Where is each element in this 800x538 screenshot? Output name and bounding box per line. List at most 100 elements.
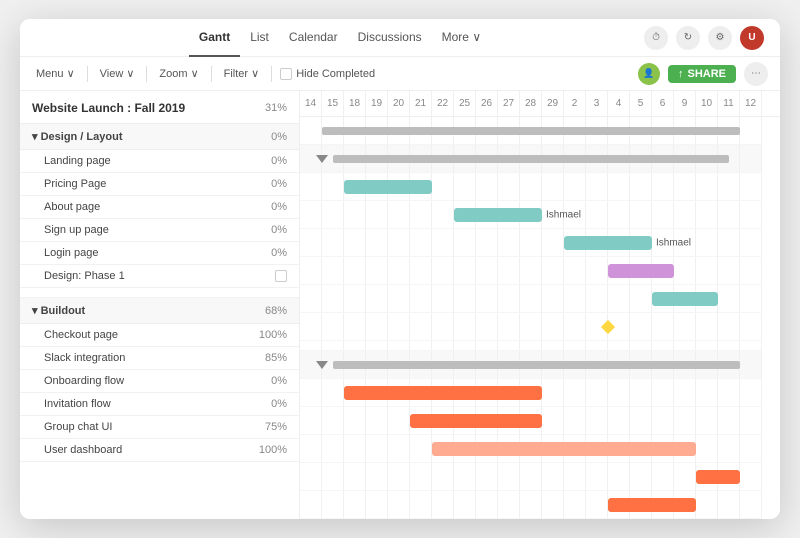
gantt-col-26: 26 xyxy=(476,91,498,116)
task-group-chat-pct: 75% xyxy=(265,421,287,433)
gantt-col-19: 19 xyxy=(366,91,388,116)
gantt-col-29: 29 xyxy=(542,91,564,116)
task-dashboard-name: User dashboard xyxy=(44,444,122,456)
gantt-row-2 xyxy=(300,173,762,201)
task-about-page[interactable]: About page 0% xyxy=(20,196,299,219)
task-invitation-flow[interactable]: Invitation flow 0% xyxy=(20,393,299,416)
section-buildout-pct: 68% xyxy=(265,305,287,317)
task-checkout-page-pct: 100% xyxy=(259,329,287,341)
tab-gantt[interactable]: Gantt xyxy=(189,19,240,57)
gantt-col-18: 18 xyxy=(344,91,366,116)
gantt-bar[interactable] xyxy=(432,442,696,456)
task-design-phase1-checkbox[interactable] xyxy=(275,270,287,282)
task-pricing-page-pct: 0% xyxy=(271,178,287,190)
nav-right: ⏱ ↻ ⚙ U xyxy=(644,26,764,50)
app-window: Gantt List Calendar Discussions More ∨ ⏱… xyxy=(20,19,780,519)
refresh-icon[interactable]: ↻ xyxy=(676,26,700,50)
section-design-pct: 0% xyxy=(271,131,287,143)
section-buildout-header[interactable]: ▾ Buildout 68% xyxy=(20,298,299,324)
avatar[interactable]: U xyxy=(740,26,764,50)
separator-3 xyxy=(211,66,212,82)
view-button[interactable]: View ∨ xyxy=(96,65,139,82)
task-pricing-page-name: Pricing Page xyxy=(44,178,106,190)
gantt-row-3: Ishmael xyxy=(300,201,762,229)
task-invitation-name: Invitation flow xyxy=(44,398,111,410)
section-design-title: ▾ Design / Layout xyxy=(32,130,122,143)
more-options-icon[interactable]: ⋯ xyxy=(744,62,768,86)
section-design-header[interactable]: ▾ Design / Layout 0% xyxy=(20,124,299,150)
gantt-bar[interactable] xyxy=(696,470,740,484)
task-design-phase1[interactable]: Design: Phase 1 xyxy=(20,265,299,288)
task-group-chat-name: Group chat UI xyxy=(44,421,112,433)
tab-more[interactable]: More ∨ xyxy=(432,19,491,57)
gantt-row-10 xyxy=(300,379,762,407)
gantt-bar[interactable] xyxy=(454,208,542,222)
gantt-row-7 xyxy=(300,313,762,341)
separator-2 xyxy=(146,66,147,82)
separator-4 xyxy=(271,66,272,82)
gantt-col-21: 21 xyxy=(410,91,432,116)
gantt-bar[interactable] xyxy=(333,155,729,163)
gantt-bar[interactable] xyxy=(322,127,740,135)
task-group-chat[interactable]: Group chat UI 75% xyxy=(20,416,299,439)
task-slack-integration[interactable]: Slack integration 85% xyxy=(20,347,299,370)
gantt-section-triangle xyxy=(316,361,328,369)
task-design-phase1-name: Design: Phase 1 xyxy=(44,270,125,282)
project-title: Website Launch : Fall 2019 xyxy=(32,101,185,115)
gantt-row-8 xyxy=(300,341,762,351)
zoom-button[interactable]: Zoom ∨ xyxy=(155,65,202,82)
gantt-col-9: 9 xyxy=(674,91,696,116)
gantt-body: IshmaelIshmael xyxy=(300,117,780,519)
task-onboarding-flow[interactable]: Onboarding flow 0% xyxy=(20,370,299,393)
gantt-col-20: 20 xyxy=(388,91,410,116)
gantt-col-22: 22 xyxy=(432,91,454,116)
user-avatar-sm[interactable]: 👤 xyxy=(638,63,660,85)
task-checkout-page[interactable]: Checkout page 100% xyxy=(20,324,299,347)
top-nav: Gantt List Calendar Discussions More ∨ ⏱… xyxy=(20,19,780,57)
task-about-page-name: About page xyxy=(44,201,100,213)
share-label: SHARE xyxy=(687,68,726,80)
tab-list[interactable]: List xyxy=(240,19,279,57)
task-login-page[interactable]: Login page 0% xyxy=(20,242,299,265)
task-user-dashboard[interactable]: User dashboard 100% xyxy=(20,439,299,462)
task-onboarding-name: Onboarding flow xyxy=(44,375,124,387)
separator-1 xyxy=(87,66,88,82)
share-button[interactable]: ↑ SHARE xyxy=(668,65,736,83)
spacer-row xyxy=(20,288,299,298)
gantt-bar[interactable] xyxy=(608,498,696,512)
task-login-page-pct: 0% xyxy=(271,247,287,259)
gantt-col-4: 4 xyxy=(608,91,630,116)
gantt-col-11: 11 xyxy=(718,91,740,116)
gantt-col-25: 25 xyxy=(454,91,476,116)
gantt-col-14: 14 xyxy=(300,91,322,116)
gantt-bar-label: Ishmael xyxy=(546,209,581,220)
task-landing-page-pct: 0% xyxy=(271,155,287,167)
gantt-bar[interactable] xyxy=(564,236,652,250)
gantt-col-2: 2 xyxy=(564,91,586,116)
gantt-bar[interactable] xyxy=(652,292,718,306)
gantt-row-9 xyxy=(300,351,762,379)
task-slack-name: Slack integration xyxy=(44,352,125,364)
gantt-bar[interactable] xyxy=(410,414,542,428)
tab-discussions[interactable]: Discussions xyxy=(348,19,432,57)
task-login-page-name: Login page xyxy=(44,247,98,259)
history-icon[interactable]: ⏱ xyxy=(644,26,668,50)
gantt-bar[interactable] xyxy=(344,180,432,194)
project-header: Website Launch : Fall 2019 31% xyxy=(20,91,299,124)
gantt-col-28: 28 xyxy=(520,91,542,116)
hide-completed-toggle[interactable]: Hide Completed xyxy=(280,68,375,80)
gantt-bar[interactable] xyxy=(608,264,674,278)
gantt-row-6 xyxy=(300,285,762,313)
gantt-col-5: 5 xyxy=(630,91,652,116)
hide-completed-checkbox[interactable] xyxy=(280,68,292,80)
task-signup-page[interactable]: Sign up page 0% xyxy=(20,219,299,242)
filter-button[interactable]: Filter ∨ xyxy=(220,65,264,82)
gantt-bar[interactable] xyxy=(344,386,542,400)
menu-button[interactable]: Menu ∨ xyxy=(32,65,79,82)
task-pricing-page[interactable]: Pricing Page 0% xyxy=(20,173,299,196)
tab-calendar[interactable]: Calendar xyxy=(279,19,348,57)
task-landing-page[interactable]: Landing page 0% xyxy=(20,150,299,173)
gantt-bar[interactable] xyxy=(333,361,740,369)
task-landing-page-name: Landing page xyxy=(44,155,111,167)
settings-icon[interactable]: ⚙ xyxy=(708,26,732,50)
